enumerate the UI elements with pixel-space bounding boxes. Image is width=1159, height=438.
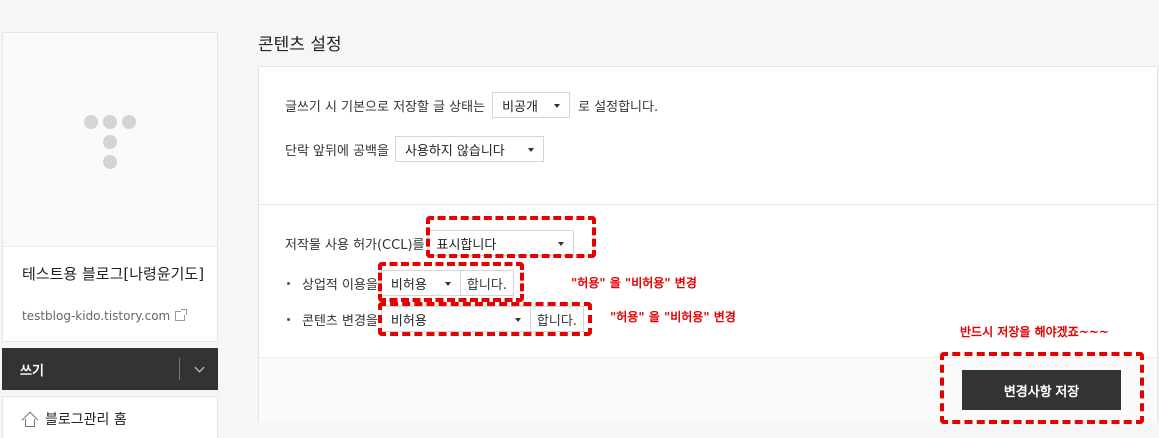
dropdown-arrow-icon: [554, 104, 561, 108]
blog-url: testblog-kido.tistory.com: [22, 309, 171, 323]
default-status-select[interactable]: 비공개: [492, 92, 571, 118]
blog-profile-card: 테스트용 블로그[나령윤기도] testblog-kido.tistory.co…: [2, 32, 218, 342]
sidebar-item-home[interactable]: 블로그관리 홈: [2, 396, 218, 438]
dropdown-arrow-icon: [557, 242, 564, 246]
content-modify-row: 콘텐츠 변경을 비허용 합니다.: [287, 306, 584, 332]
write-menu-toggle[interactable]: [180, 348, 218, 390]
commercial-use-label: 상업적 이용을: [302, 277, 378, 293]
annotation-note-commercial: "허용" 을 "비허용" 변경: [571, 276, 697, 290]
blog-name: 테스트용 블로그[나령윤기도]: [22, 265, 205, 283]
default-status-row: 글쓰기 시 기본으로 저장할 글 상태는 비공개 로 설정합니다.: [285, 92, 658, 118]
ccl-value: 표시합니다: [436, 237, 497, 253]
content-modify-label: 콘텐츠 변경을: [302, 313, 378, 329]
bullet: [287, 281, 290, 285]
commercial-use-row: 상업적 이용을 비허용 합니다.: [287, 270, 514, 296]
commercial-use-suffix: 합니다.: [460, 270, 514, 296]
chevron-down-icon: [194, 362, 204, 372]
content-modify-value: 비허용: [390, 313, 427, 329]
default-status-suffix: 로 설정합니다.: [578, 99, 659, 115]
paragraph-spacing-select[interactable]: 사용하지 않습니다: [394, 136, 544, 162]
paragraph-spacing-value: 사용하지 않습니다: [404, 143, 505, 159]
bullet: [287, 317, 290, 321]
ccl-row: 저작물 사용 허가(CCL)를 표시합니다: [285, 230, 574, 256]
blog-thumbnail: [3, 33, 217, 247]
ccl-select[interactable]: 표시합니다: [426, 230, 574, 256]
content-modify-select[interactable]: 비허용: [380, 306, 531, 332]
content-modify-suffix: 합니다.: [530, 306, 584, 332]
write-button[interactable]: 쓰기: [2, 360, 179, 379]
dropdown-arrow-icon: [444, 282, 451, 286]
paragraph-spacing-row: 단락 앞뒤에 공백을 사용하지 않습니다: [285, 136, 544, 162]
dropdown-arrow-icon: [514, 318, 521, 322]
default-status-value: 비공개: [502, 99, 538, 115]
default-status-label: 글쓰기 시 기본으로 저장할 글 상태는: [285, 99, 486, 115]
sidebar-item-label: 블로그관리 홈: [45, 412, 127, 428]
home-icon: [21, 411, 39, 429]
commercial-use-select[interactable]: 비허용: [380, 270, 461, 296]
annotation-note-save: 반드시 저장을 해야겠죠~~~: [960, 325, 1109, 339]
blog-url-link[interactable]: testblog-kido.tistory.com: [22, 309, 188, 323]
dropdown-arrow-icon: [527, 148, 534, 152]
commercial-use-value: 비허용: [390, 277, 427, 293]
annotation-note-modify: "허용" 을 "비허용" 변경: [610, 310, 736, 324]
paragraph-spacing-label: 단락 앞뒤에 공백을: [285, 143, 389, 159]
external-link-icon: [175, 309, 188, 321]
ccl-label: 저작물 사용 허가(CCL)를: [285, 237, 425, 253]
page-title: 콘텐츠 설정: [258, 35, 342, 55]
write-bar: 쓰기: [2, 348, 218, 390]
save-changes-button[interactable]: 변경사항 저장: [962, 370, 1121, 410]
section-divider: [259, 204, 1157, 205]
